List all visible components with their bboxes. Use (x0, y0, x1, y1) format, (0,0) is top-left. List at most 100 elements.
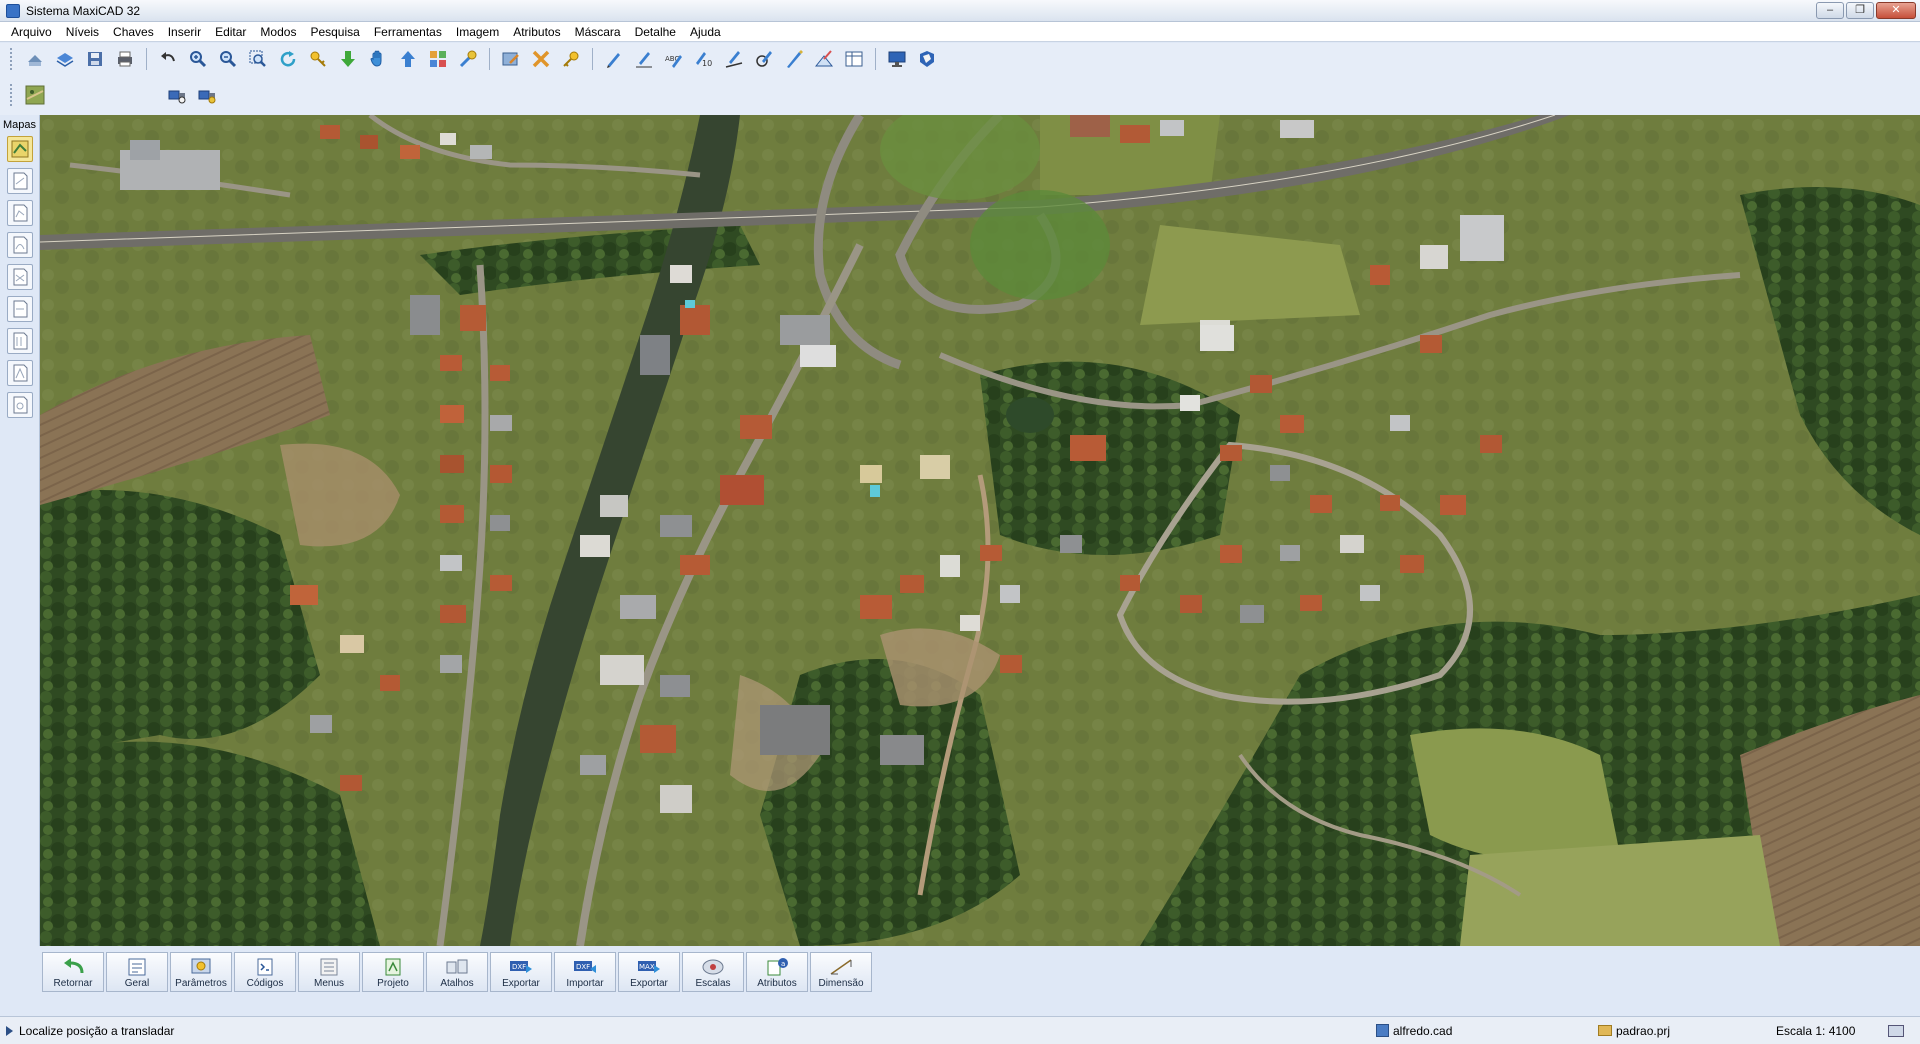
key-icon[interactable] (558, 46, 584, 72)
main-toolbar: ABC 10 (0, 43, 1920, 75)
cad-file-icon (1376, 1024, 1389, 1037)
undo-icon[interactable] (155, 46, 181, 72)
layers-icon[interactable] (52, 46, 78, 72)
status-project-name: padrao.prj (1616, 1023, 1671, 1038)
import-dxf-button[interactable]: DXF Importar (554, 952, 616, 992)
secondary-toolbar (0, 75, 1920, 115)
menus-button[interactable]: Menus (298, 952, 360, 992)
menus-icon (316, 957, 342, 977)
print-icon[interactable] (112, 46, 138, 72)
menu-editar[interactable]: Editar (208, 25, 253, 39)
arrow-up-icon[interactable] (395, 46, 421, 72)
menu-mascara[interactable]: Máscara (568, 25, 628, 39)
scales-button[interactable]: Escalas (682, 952, 744, 992)
dimension-button[interactable]: Dimensão (810, 952, 872, 992)
map-page-4-icon[interactable] (6, 264, 33, 290)
map-page-3-icon[interactable] (6, 232, 33, 258)
menu-niveis[interactable]: Níveis (59, 25, 106, 39)
measure-area-icon[interactable] (811, 46, 837, 72)
map-page-2-icon[interactable] (6, 200, 33, 226)
map-page-6-icon[interactable] (6, 328, 33, 354)
table-icon[interactable] (841, 46, 867, 72)
folder-icon (1598, 1025, 1612, 1036)
status-message-area: Localize posição a transladar (6, 1024, 174, 1038)
return-button[interactable]: Retornar (42, 952, 104, 992)
menu-inserir[interactable]: Inserir (161, 25, 208, 39)
minimize-button[interactable]: – (1816, 2, 1844, 19)
world-icon[interactable] (914, 46, 940, 72)
project-button[interactable]: Projeto (362, 952, 424, 992)
menu-atributos[interactable]: Atributos (506, 25, 567, 39)
svg-text:a: a (781, 960, 785, 968)
import-icon[interactable] (22, 46, 48, 72)
status-project: padrao.prj (1598, 1024, 1670, 1038)
edit-map-icon[interactable] (498, 46, 524, 72)
tool-icon[interactable] (455, 46, 481, 72)
export-dxf-button[interactable]: DXF Exportar (490, 952, 552, 992)
toolbar-grip[interactable] (10, 48, 14, 70)
map-canvas[interactable] (40, 115, 1920, 946)
monitor-icon[interactable] (884, 46, 910, 72)
regenerate-icon[interactable] (275, 46, 301, 72)
map-page-7-icon[interactable] (6, 360, 33, 386)
save-icon[interactable] (82, 46, 108, 72)
arrow-down-icon[interactable] (335, 46, 361, 72)
codes-icon (252, 957, 278, 977)
maps-panel-label: Mapas (2, 119, 37, 131)
shortcuts-button[interactable]: Atalhos (426, 952, 488, 992)
pencil-line-icon[interactable] (721, 46, 747, 72)
zoom-window-icon[interactable] (245, 46, 271, 72)
codes-button[interactable]: Códigos (234, 952, 296, 992)
map-page-5-icon[interactable] (6, 296, 33, 322)
delete-icon[interactable] (528, 46, 554, 72)
parameters-icon (188, 957, 214, 977)
pencil-number-icon[interactable]: 10 (691, 46, 717, 72)
screen-icon (1888, 1024, 1904, 1037)
project-icon (380, 957, 406, 977)
pencil-circle-icon[interactable] (751, 46, 777, 72)
pencil-text-icon[interactable] (631, 46, 657, 72)
pan-key-icon[interactable] (305, 46, 331, 72)
map-thumbnail-icon[interactable] (22, 82, 48, 108)
play-arrow-icon (6, 1025, 13, 1036)
svg-text:10: 10 (702, 59, 712, 68)
menu-bar: Arquivo Níveis Chaves Inserir Editar Mod… (0, 22, 1920, 42)
window-controls: – ❐ ✕ (1816, 2, 1916, 19)
parameters-button[interactable]: Parâmetros (170, 952, 232, 992)
status-scale: Escala 1: 4100 (1776, 1023, 1856, 1038)
menu-ajuda[interactable]: Ajuda (683, 25, 728, 39)
zoom-in-icon[interactable] (185, 46, 211, 72)
menu-imagem[interactable]: Imagem (449, 25, 506, 39)
menu-pesquisa[interactable]: Pesquisa (303, 25, 366, 39)
map-page-8-icon[interactable] (6, 392, 33, 418)
shortcuts-icon (444, 957, 470, 977)
close-button[interactable]: ✕ (1876, 2, 1916, 19)
general-button[interactable]: Geral (106, 952, 168, 992)
satellite-settings-icon[interactable] (194, 82, 220, 108)
export-dxf-icon: DXF (508, 957, 534, 977)
menu-chaves[interactable]: Chaves (106, 25, 161, 39)
pencil-icon[interactable] (601, 46, 627, 72)
grid-icon[interactable] (425, 46, 451, 72)
pencil-abc-icon[interactable]: ABC (661, 46, 687, 72)
general-icon (124, 957, 150, 977)
menu-detalhe[interactable]: Detalhe (628, 25, 683, 39)
zoom-out-icon[interactable] (215, 46, 241, 72)
maximize-button[interactable]: ❐ (1846, 2, 1874, 19)
export-max-icon: MAX (636, 957, 662, 977)
menu-ferramentas[interactable]: Ferramentas (367, 25, 449, 39)
toolbar-separator (592, 48, 593, 70)
maps-panel: Mapas (0, 115, 40, 946)
status-file: alfredo.cad (1376, 1024, 1452, 1038)
pen-icon[interactable] (781, 46, 807, 72)
menu-modos[interactable]: Modos (253, 25, 303, 39)
map-view-icon[interactable] (6, 136, 33, 162)
map-page-1-icon[interactable] (6, 168, 33, 194)
attributes-button[interactable]: a Atributos (746, 952, 808, 992)
toolbar-grip[interactable] (10, 84, 14, 106)
menu-arquivo[interactable]: Arquivo (4, 25, 59, 39)
satellite-icon[interactable] (164, 82, 190, 108)
app-icon (6, 3, 20, 18)
hand-icon[interactable] (365, 46, 391, 72)
export-max-button[interactable]: MAX Exportar (618, 952, 680, 992)
